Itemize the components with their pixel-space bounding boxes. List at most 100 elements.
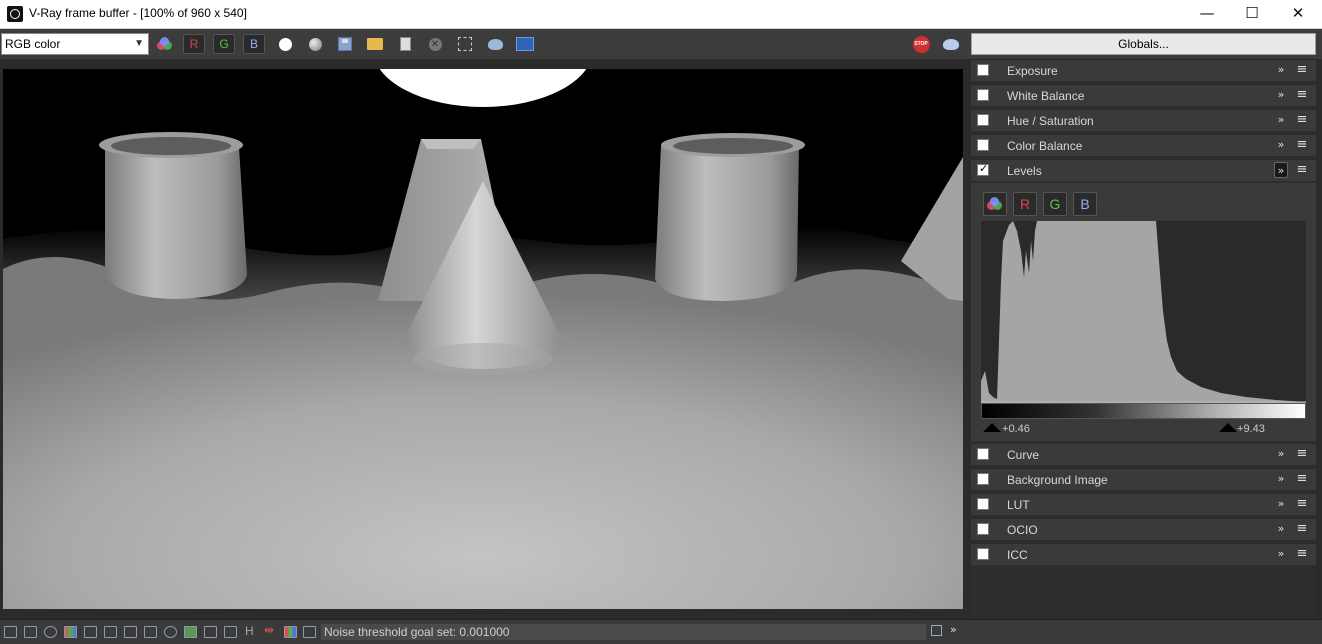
white-balance-checkbox[interactable] [977,89,989,101]
pixel-aspect-icon[interactable] [144,626,157,638]
levels-histogram[interactable] [981,221,1306,403]
clear-icon[interactable]: ✕ [425,34,445,54]
menu-icon[interactable]: ≡ [1295,496,1309,512]
dock-icon[interactable] [931,625,942,636]
background-image-checkbox[interactable] [977,473,989,485]
ocio-row[interactable]: OCIO » ≡ [971,518,1316,540]
teapot-render-icon[interactable] [485,34,505,54]
white-circle-icon[interactable] [275,34,295,54]
white-balance-row[interactable]: White Balance » ≡ [971,84,1316,106]
menu-icon[interactable]: ≡ [1295,162,1309,178]
close-panel-icon[interactable] [303,626,316,638]
save-icon[interactable] [335,34,355,54]
low-level-handle[interactable] [983,423,1001,432]
expand-chevron-icon[interactable]: » [1274,546,1288,562]
right-cylinder [655,145,799,301]
color-corrections-panel: Exposure » ≡ White Balance » ≡ Hue / Sat… [971,59,1316,619]
menu-icon[interactable]: ≡ [1295,546,1309,562]
color-clamp-icon[interactable] [64,626,77,638]
curve-label: Curve [1007,448,1040,462]
vray-logo-icon [7,6,23,22]
icc-row[interactable]: ICC » ≡ [971,543,1316,565]
levels-red-button[interactable]: R [1013,192,1037,216]
lut-row[interactable]: LUT » ≡ [971,493,1316,515]
gray-sphere-icon[interactable] [305,34,325,54]
icc-checkbox[interactable] [977,548,989,560]
color-balance-row[interactable]: Color Balance » ≡ [971,134,1316,156]
region-render-icon[interactable] [455,34,475,54]
levels-green-button[interactable]: G [1043,192,1067,216]
ocio-checkbox[interactable] [977,523,989,535]
levels-row[interactable]: Levels » ≡ [971,159,1316,181]
curve-icon[interactable] [204,626,217,638]
stats-icon[interactable] [104,626,117,638]
red-channel-button[interactable]: R [183,34,205,54]
collapse-down-icon[interactable]: » [950,623,957,636]
histogram-icon[interactable] [124,626,137,638]
blue-channel-button[interactable]: B [243,34,265,54]
expand-chevron-icon[interactable]: » [1274,471,1288,487]
close-button[interactable]: ✕ [1275,0,1321,29]
background-image-label: Background Image [1007,473,1108,487]
curve-row[interactable]: Curve » ≡ [971,443,1316,465]
color-balance-checkbox[interactable] [977,139,989,151]
background-image-row[interactable]: Background Image » ≡ [971,468,1316,490]
curve-checkbox[interactable] [977,448,989,460]
lens-icon[interactable] [164,626,177,638]
rgb-channels-icon[interactable] [155,34,175,54]
levels-blue-button[interactable]: B [1073,192,1097,216]
maximize-button[interactable]: ☐ [1229,0,1275,29]
chevron-down-icon: ▼ [134,38,144,49]
status-message: Noise threshold goal set: 0.001000 [321,624,926,640]
exposure-label: Exposure [1007,64,1058,78]
expand-chevron-icon[interactable]: » [1274,521,1288,537]
image-icon[interactable] [184,626,197,638]
levels-checkbox[interactable] [977,162,989,176]
render-view[interactable] [3,69,963,609]
hue-saturation-row[interactable]: Hue / Saturation » ≡ [971,109,1316,131]
horizontal-flip-icon[interactable]: H [245,624,254,638]
hue-saturation-checkbox[interactable] [977,114,989,126]
open-folder-icon[interactable] [365,34,385,54]
expand-chevron-icon[interactable]: » [1274,446,1288,462]
lut-toggle-icon[interactable] [84,626,97,638]
expand-chevron-icon[interactable]: » [1274,112,1288,128]
menu-icon[interactable]: ≡ [1295,137,1309,153]
lens-effects-icon[interactable] [515,34,535,54]
menu-icon[interactable]: ≡ [1295,112,1309,128]
history-icon[interactable] [24,626,37,638]
minimize-button[interactable]: — [1184,0,1230,29]
high-level-handle[interactable] [1219,423,1237,432]
green-channel-button[interactable]: G [213,34,235,54]
fit-width-icon[interactable]: ⇹ [264,623,274,637]
channel-select[interactable]: RGB color ▼ [1,33,149,55]
clipboard-icon[interactable] [395,34,415,54]
high-level-value: 9.43 [1243,423,1265,435]
stop-render-icon[interactable]: STOP [911,34,931,54]
levels-rgb-button[interactable] [983,192,1007,216]
expand-chevron-icon[interactable]: » [1274,87,1288,103]
collapse-chevron-icon[interactable]: » [1274,162,1288,178]
globals-button[interactable]: Globals... [971,33,1316,55]
exposure-row[interactable]: Exposure » ≡ [971,59,1316,81]
toolbar: RGB color ▼ R G B ✕ STOP Globals... [0,29,1322,59]
menu-icon[interactable]: ≡ [1295,521,1309,537]
info-icon[interactable] [44,626,57,638]
color-balance-label: Color Balance [1007,139,1083,153]
menu-icon[interactable]: ≡ [1295,62,1309,78]
menu-icon[interactable]: ≡ [1295,471,1309,487]
render-teapot-icon[interactable] [941,34,961,54]
menu-icon[interactable]: ≡ [1295,446,1309,462]
expand-chevron-icon[interactable]: » [1274,62,1288,78]
expand-chevron-icon[interactable]: » [1274,496,1288,512]
display-icon[interactable] [4,626,17,638]
compare-icon[interactable] [224,626,237,638]
icc-label: ICC [1007,548,1028,562]
channels-split-icon[interactable] [284,626,297,638]
expand-chevron-icon[interactable]: » [1274,137,1288,153]
exposure-checkbox[interactable] [977,64,989,76]
lut-checkbox[interactable] [977,498,989,510]
levels-gradient-bar [981,403,1306,419]
hue-saturation-label: Hue / Saturation [1007,114,1094,128]
menu-icon[interactable]: ≡ [1295,87,1309,103]
